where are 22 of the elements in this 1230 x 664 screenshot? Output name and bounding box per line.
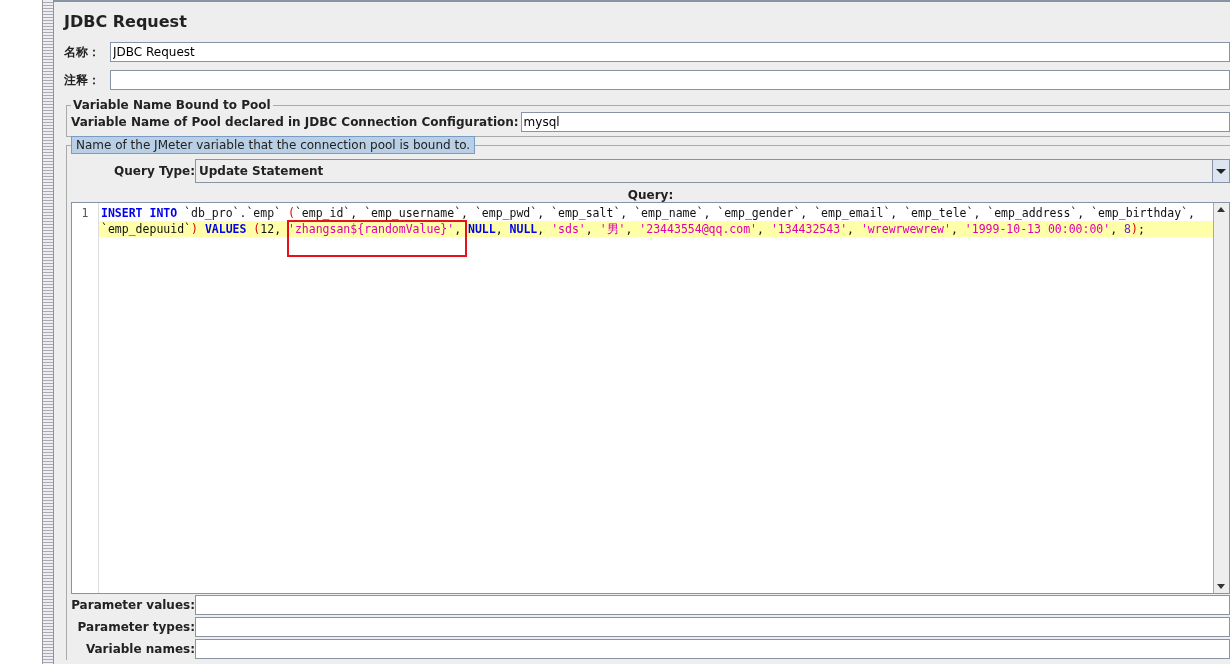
vertical-scrollbar[interactable]	[1213, 203, 1229, 593]
text-field[interactable]	[195, 639, 1230, 659]
text-field[interactable]	[195, 617, 1230, 637]
text-field[interactable]	[195, 595, 1230, 615]
text-field[interactable]	[110, 70, 1230, 90]
splitter-handle[interactable]	[43, 0, 54, 664]
field-label: Parameter values:	[71, 598, 195, 612]
field-label: Variable Name of Pool declared in JDBC Connection Configuration:	[71, 115, 519, 129]
line-number: 1	[80, 205, 90, 221]
group-legend: Variable Name Bound to Pool	[71, 98, 273, 112]
panel-title: JDBC Request	[64, 12, 188, 33]
field-label: 注释：	[64, 71, 101, 89]
text-field[interactable]: JDBC Request	[110, 42, 1230, 62]
text-field[interactable]: mysql	[520, 112, 1230, 132]
field-label: Query Type:	[113, 164, 195, 178]
query-label: Query:	[626, 188, 675, 202]
query-type-dropdown[interactable]: Update Statement	[195, 159, 1230, 183]
field-label: Parameter types:	[76, 620, 195, 634]
field-label: Variable names:	[84, 642, 195, 656]
code-line: INSERT INTO `db_pro`.`emp` (`emp_id`, `emp_username`, `emp_pwd`, `emp_salt`, `emp_name`, `emp_gender`, `emp_email`, `emp_tele`, `emp_address`, `emp_birthday`,	[100, 205, 1196, 221]
field-label: 名称：	[64, 43, 101, 61]
tooltip: Name of the JMeter variable that the connection pool is bound to.	[71, 136, 476, 154]
